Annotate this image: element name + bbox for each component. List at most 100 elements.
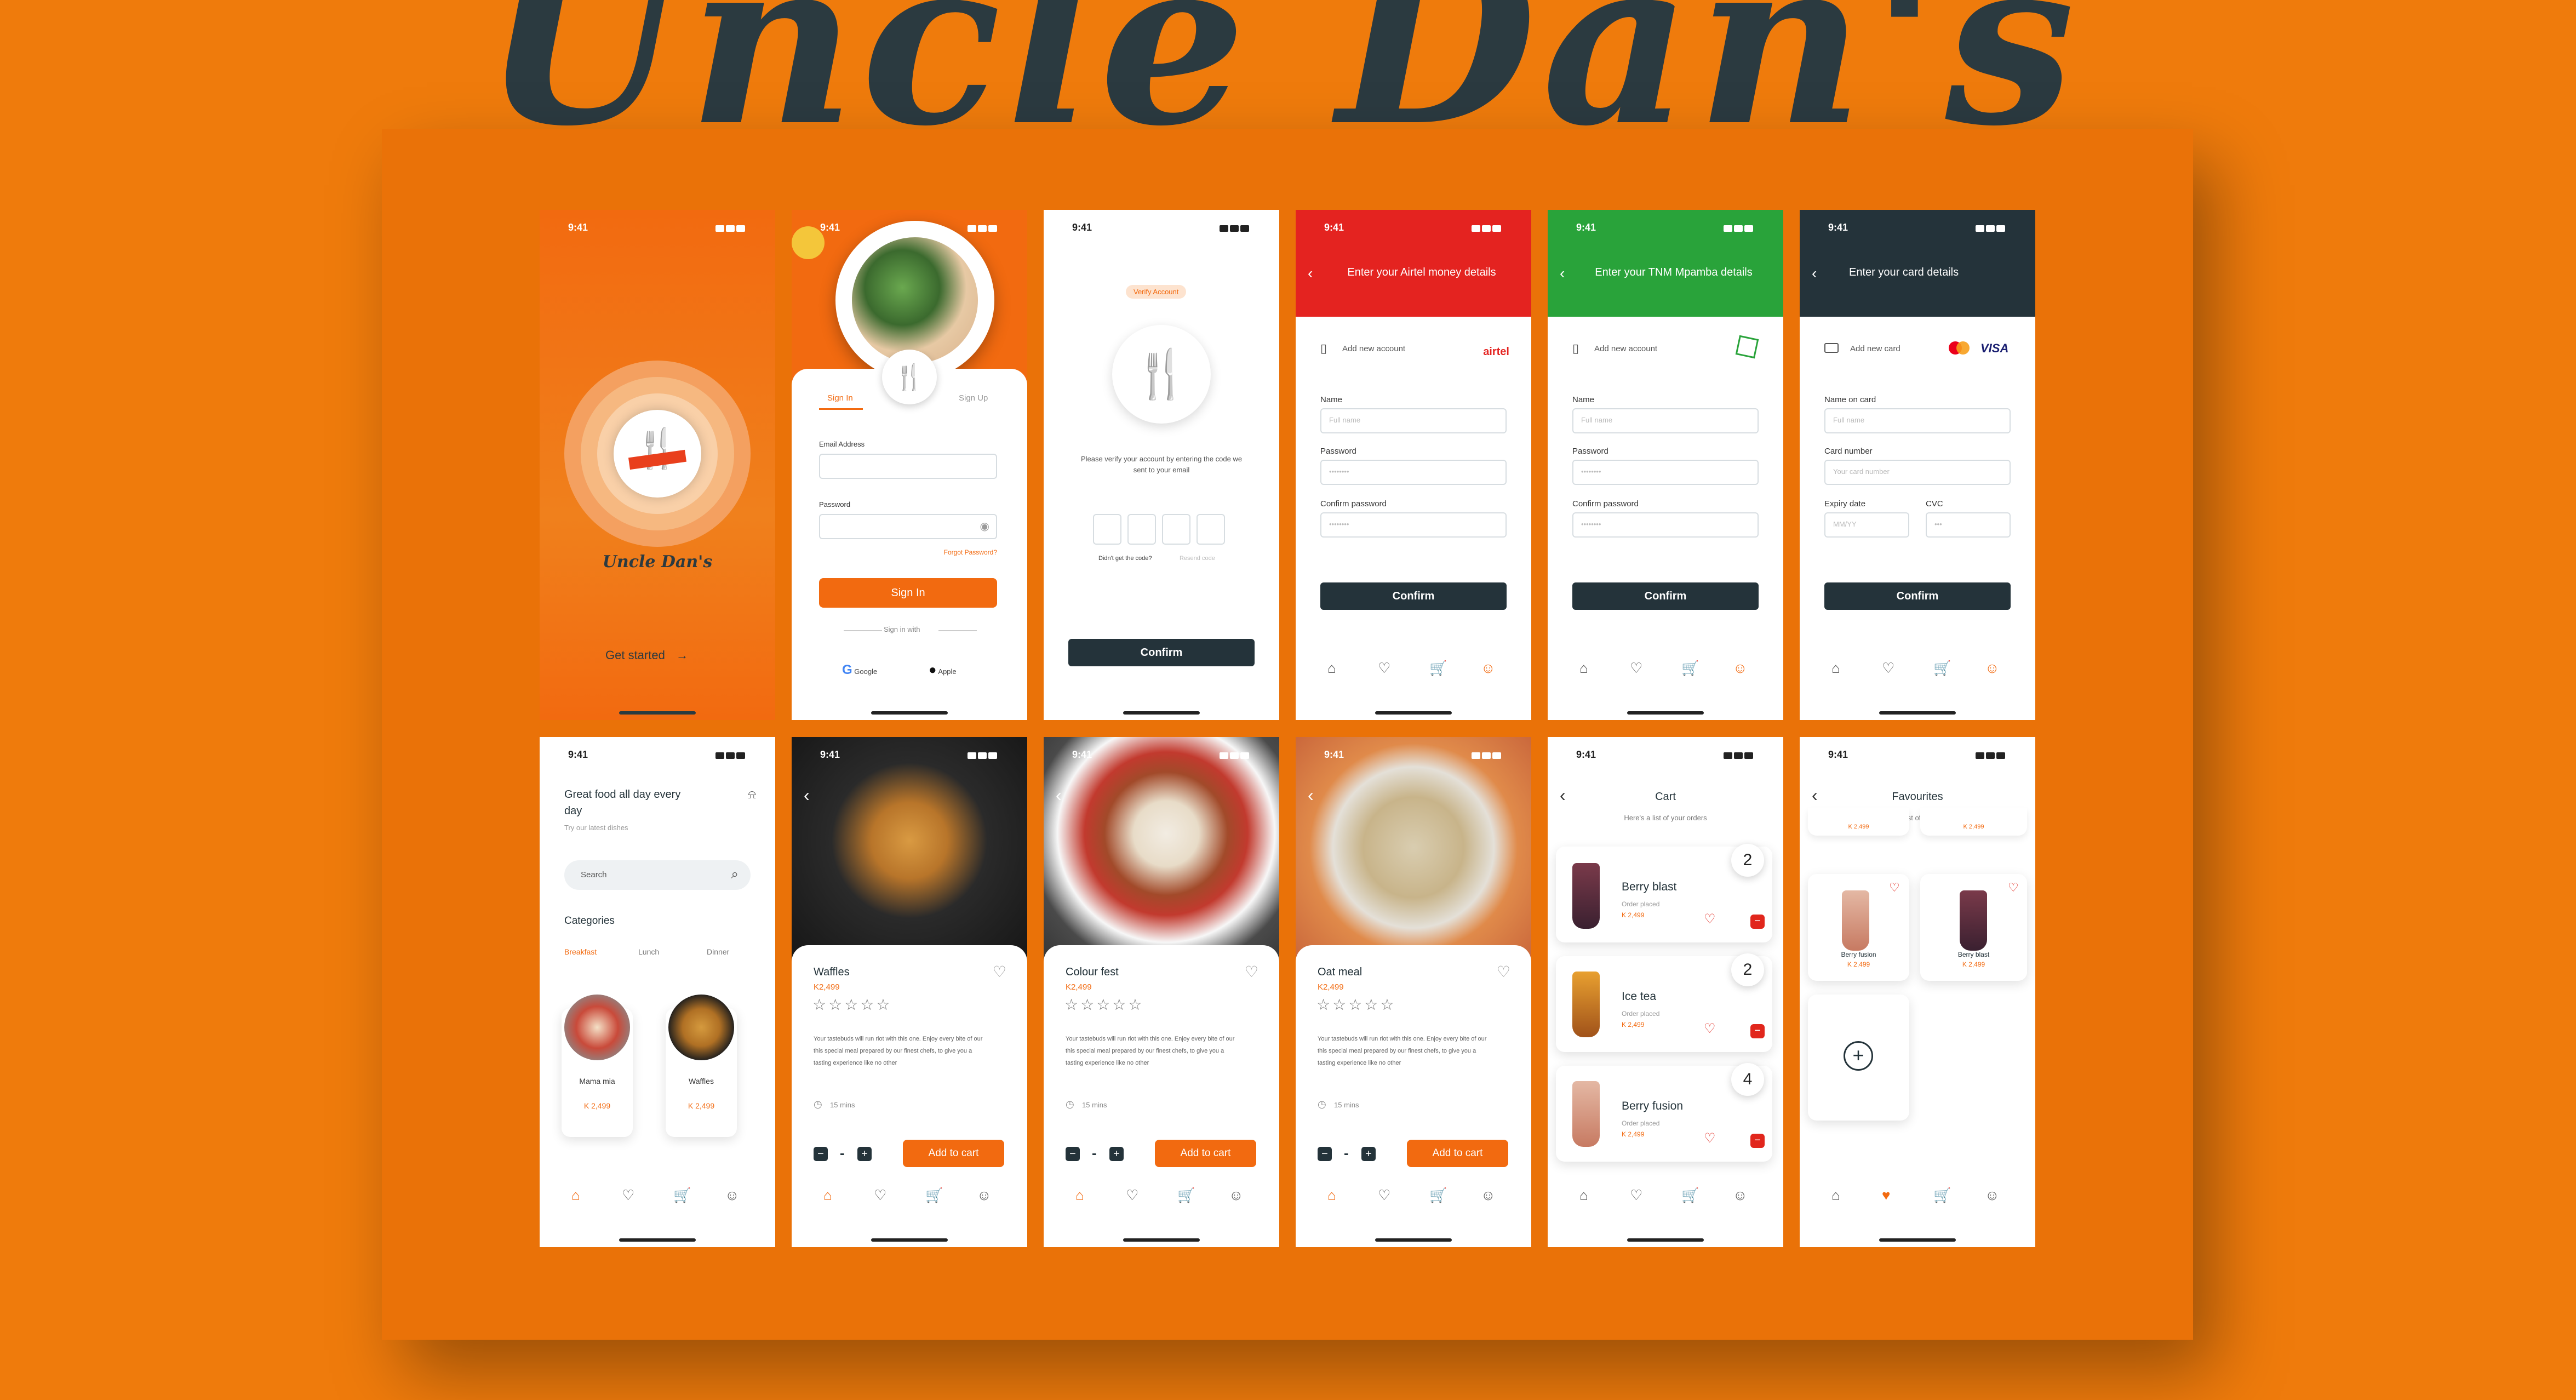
cart-icon[interactable]: 🛒: [1933, 1187, 1951, 1204]
rating-stars[interactable]: ☆☆☆☆☆: [1064, 996, 1144, 1014]
fav-card-partial[interactable]: K 2,499: [1920, 808, 2027, 836]
expiry-field[interactable]: MM/YY: [1824, 512, 1909, 538]
cart-icon[interactable]: 🛒: [1429, 1187, 1447, 1204]
home-icon[interactable]: ⌂: [823, 1187, 832, 1204]
cart-icon[interactable]: 🛒: [1933, 660, 1951, 677]
heart-icon[interactable]: ♡: [1630, 1187, 1642, 1204]
eye-icon[interactable]: ◉: [980, 519, 989, 533]
confirm-button[interactable]: Confirm: [1572, 582, 1759, 610]
password-field[interactable]: ◉: [819, 514, 997, 539]
heart-icon[interactable]: ♡: [1126, 1187, 1138, 1204]
add-account-link[interactable]: Add new account: [1342, 344, 1405, 353]
increase-button[interactable]: +: [857, 1147, 872, 1161]
confirm-password-field[interactable]: ••••••••: [1572, 512, 1759, 538]
email-field[interactable]: [819, 454, 997, 479]
resend-link[interactable]: Resend code: [1180, 555, 1215, 562]
profile-icon[interactable]: ☺: [977, 1187, 992, 1204]
profile-icon[interactable]: ☺: [1985, 660, 2000, 677]
heart-icon[interactable]: ♡: [1245, 963, 1258, 981]
profile-icon[interactable]: ☺: [1481, 1187, 1496, 1204]
category-breakfast[interactable]: Breakfast: [564, 947, 597, 956]
search-input[interactable]: Search ⌕: [564, 860, 751, 890]
add-account-link[interactable]: Add new account: [1594, 344, 1657, 353]
confirm-password-field[interactable]: ••••••••: [1320, 512, 1507, 538]
confirm-button[interactable]: Confirm: [1824, 582, 2011, 610]
cart-item[interactable]: Ice tea Order placed K 2,499 2 ♡ −: [1556, 953, 1772, 1052]
profile-icon[interactable]: ☺: [1985, 1187, 2000, 1204]
cart-icon[interactable]: 🛒: [673, 1187, 691, 1204]
decrease-button[interactable]: −: [1318, 1147, 1332, 1161]
heart-icon[interactable]: ♡: [993, 963, 1006, 981]
remove-button[interactable]: −: [1750, 915, 1765, 929]
password-field[interactable]: ••••••••: [1572, 460, 1759, 485]
increase-button[interactable]: +: [1109, 1147, 1124, 1161]
category-lunch[interactable]: Lunch: [638, 947, 659, 956]
home-icon[interactable]: ⌂: [1075, 1187, 1084, 1204]
back-arrow-icon[interactable]: ‹: [1308, 265, 1313, 282]
back-arrow-icon[interactable]: ‹: [804, 785, 810, 805]
add-to-cart-button[interactable]: Add to cart: [903, 1140, 1004, 1167]
profile-icon[interactable]: ☺: [1733, 1187, 1748, 1204]
cart-icon[interactable]: 🛒: [925, 1187, 943, 1204]
add-favourite-card[interactable]: +: [1808, 995, 1909, 1121]
heart-icon[interactable]: ♡: [622, 1187, 634, 1204]
back-arrow-icon[interactable]: ‹: [1308, 785, 1314, 805]
rating-stars[interactable]: ☆☆☆☆☆: [812, 996, 892, 1014]
category-dinner[interactable]: Dinner: [707, 947, 729, 956]
home-icon[interactable]: ⌂: [1831, 660, 1840, 677]
name-field[interactable]: Full name: [1572, 408, 1759, 433]
code-box-2[interactable]: [1127, 514, 1156, 545]
heart-icon[interactable]: ♡: [1704, 911, 1716, 927]
remove-button[interactable]: −: [1750, 1134, 1765, 1148]
forgot-password-link[interactable]: Forgot Password?: [944, 548, 997, 556]
profile-icon[interactable]: ☺: [725, 1187, 740, 1204]
add-to-cart-button[interactable]: Add to cart: [1407, 1140, 1508, 1167]
rating-stars[interactable]: ☆☆☆☆☆: [1316, 996, 1396, 1014]
cart-icon[interactable]: 🛒: [1681, 660, 1699, 677]
heart-icon[interactable]: ♡: [1630, 660, 1642, 677]
cart-item[interactable]: Berry fusion Order placed K 2,499 4 ♡ −: [1556, 1063, 1772, 1162]
heart-icon[interactable]: ♡: [1378, 1187, 1390, 1204]
heart-icon[interactable]: ♡: [1378, 660, 1390, 677]
confirm-button[interactable]: Confirm: [1320, 582, 1507, 610]
add-card-link[interactable]: Add new card: [1850, 344, 1900, 353]
profile-icon[interactable]: ☺: [1229, 1187, 1244, 1204]
password-field[interactable]: ••••••••: [1320, 460, 1507, 485]
home-icon[interactable]: ⌂: [1327, 660, 1336, 677]
home-icon[interactable]: ⌂: [1579, 660, 1588, 677]
heart-icon[interactable]: ♡: [1882, 660, 1894, 677]
code-box-4[interactable]: [1197, 514, 1225, 545]
cart-icon[interactable]: 🛒: [1177, 1187, 1195, 1204]
profile-icon[interactable]: ☺: [1733, 660, 1748, 677]
get-started-button[interactable]: Get started →: [605, 648, 688, 662]
heart-icon[interactable]: ♡: [1704, 1130, 1716, 1146]
home-icon[interactable]: ⌂: [1579, 1187, 1588, 1204]
bell-icon[interactable]: ⍾: [748, 787, 756, 802]
cvc-field[interactable]: •••: [1926, 512, 2011, 538]
apple-button[interactable]: ● Apple: [929, 662, 957, 678]
fav-card[interactable]: ♡ Berry fusion K 2,499: [1808, 874, 1909, 981]
tab-signin[interactable]: Sign In: [827, 393, 853, 403]
cart-item[interactable]: Berry blast Order placed K 2,499 2 ♡ −: [1556, 844, 1772, 942]
tab-signup[interactable]: Sign Up: [959, 393, 988, 403]
home-icon[interactable]: ⌂: [1327, 1187, 1336, 1204]
fav-card[interactable]: ♡ Berry blast K 2,499: [1920, 874, 2027, 981]
heart-icon[interactable]: ♡: [874, 1187, 886, 1204]
heart-icon[interactable]: ♡: [1704, 1021, 1716, 1037]
dish-card[interactable]: Mama mia K 2,499: [562, 995, 633, 1137]
remove-button[interactable]: −: [1750, 1024, 1765, 1038]
increase-button[interactable]: +: [1361, 1147, 1376, 1161]
cart-icon[interactable]: 🛒: [1429, 660, 1447, 677]
home-icon[interactable]: ⌂: [1831, 1187, 1840, 1204]
heart-icon[interactable]: ♡: [2008, 881, 2019, 895]
code-box-3[interactable]: [1162, 514, 1190, 545]
google-button[interactable]: G Google: [842, 662, 877, 678]
back-arrow-icon[interactable]: ‹: [1560, 265, 1565, 282]
add-to-cart-button[interactable]: Add to cart: [1155, 1140, 1256, 1167]
profile-icon[interactable]: ☺: [1481, 660, 1496, 677]
heart-icon[interactable]: ♥: [1882, 1187, 1890, 1204]
heart-icon[interactable]: ♡: [1889, 881, 1900, 895]
name-on-card-field[interactable]: Full name: [1824, 408, 2011, 433]
code-box-1[interactable]: [1093, 514, 1121, 545]
signin-button[interactable]: Sign In: [819, 578, 997, 608]
